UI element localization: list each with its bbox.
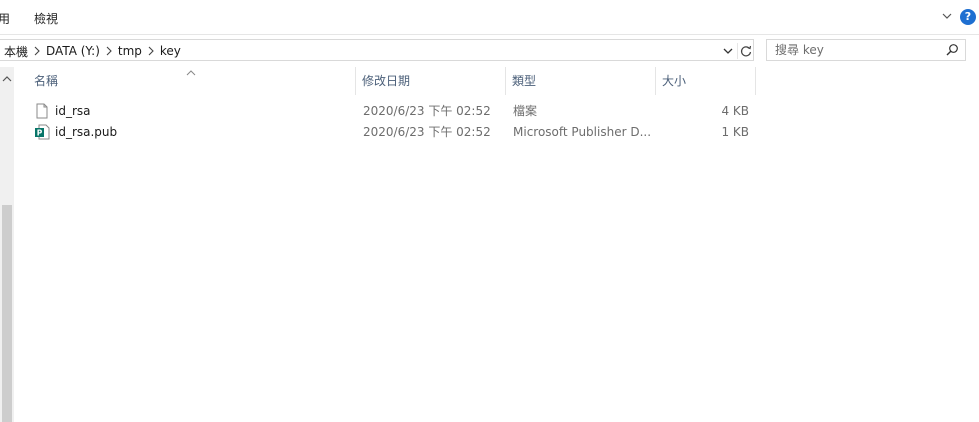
ribbon: 用 檢視 ?: [0, 0, 979, 34]
file-name: id_rsa.pub: [55, 125, 118, 139]
breadcrumb-item-this-pc[interactable]: 本機: [4, 43, 28, 60]
search-box[interactable]: [766, 39, 966, 61]
search-icon[interactable]: [945, 43, 959, 57]
search-input[interactable]: [775, 40, 935, 60]
breadcrumb-item-key[interactable]: key: [160, 44, 181, 58]
svg-text:P: P: [37, 129, 43, 138]
column-header-name[interactable]: 名稱: [28, 67, 356, 95]
column-header-size[interactable]: 大小: [656, 67, 756, 95]
expand-ribbon-icon[interactable]: [940, 9, 954, 23]
scroll-up-icon[interactable]: [0, 73, 14, 85]
address-bar[interactable]: 本機 DATA (Y:) tmp key: [0, 39, 754, 61]
address-row: 本機 DATA (Y:) tmp key: [0, 34, 979, 67]
ribbon-tab-view[interactable]: 檢視: [34, 10, 58, 27]
scrollbar-thumb[interactable]: [2, 205, 12, 422]
navigation-pane: [0, 67, 14, 422]
column-header-row: 名稱 修改日期 類型 大小: [14, 67, 979, 95]
chevron-right-icon[interactable]: [100, 43, 118, 59]
file-modified: 2020/6/23 下午 02:52: [363, 125, 491, 139]
file-row-id-rsa[interactable]: id_rsa 2020/6/23 下午 02:52 檔案 4 KB: [14, 101, 979, 121]
ribbon-tab-partial[interactable]: 用: [0, 10, 10, 27]
publisher-file-icon: P: [34, 124, 50, 140]
breadcrumb-item-drive[interactable]: DATA (Y:): [46, 44, 100, 58]
file-list: 名稱 修改日期 類型 大小 id_rsa 2020/6/23 下午 02:52 …: [14, 67, 979, 422]
refresh-icon[interactable]: [737, 43, 753, 59]
column-header-type[interactable]: 類型: [506, 67, 656, 95]
file-size: 4 KB: [721, 104, 749, 118]
file-size: 1 KB: [721, 125, 749, 139]
blank-file-icon: [34, 103, 50, 119]
file-modified: 2020/6/23 下午 02:52: [363, 104, 491, 118]
chevron-right-icon[interactable]: [28, 43, 46, 59]
file-type: Microsoft Publisher D...: [513, 125, 652, 139]
file-name: id_rsa: [55, 104, 91, 118]
chevron-down-icon[interactable]: [721, 43, 735, 59]
file-row-id-rsa-pub[interactable]: P id_rsa.pub 2020/6/23 下午 02:52 Microsof…: [14, 122, 979, 142]
chevron-right-icon[interactable]: [142, 43, 160, 59]
column-header-modified[interactable]: 修改日期: [356, 67, 506, 95]
help-icon[interactable]: ?: [960, 9, 976, 25]
breadcrumb: 本機 DATA (Y:) tmp key: [4, 43, 181, 59]
breadcrumb-item-tmp[interactable]: tmp: [118, 44, 142, 58]
file-type: 檔案: [513, 104, 538, 118]
